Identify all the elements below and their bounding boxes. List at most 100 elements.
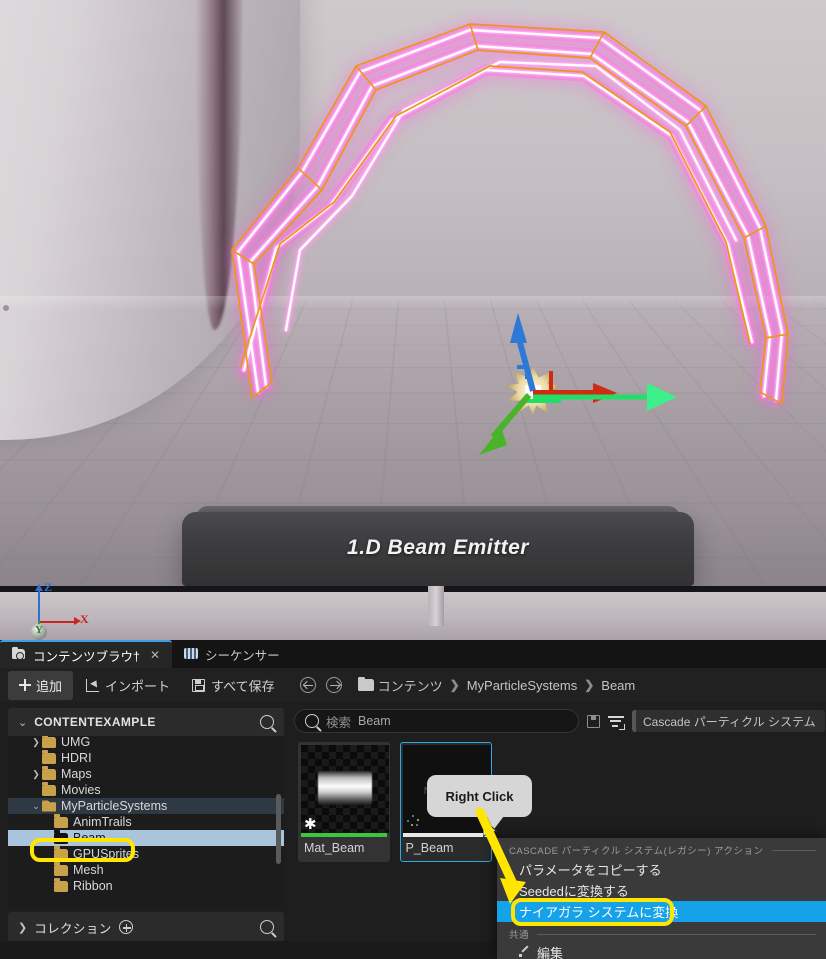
- close-icon[interactable]: ✕: [150, 648, 160, 662]
- unsaved-asterisk-icon: ✱: [304, 815, 317, 833]
- search-input[interactable]: 検索 Beam: [294, 709, 579, 733]
- pencil-icon: [519, 947, 530, 958]
- chevron-right-icon[interactable]: ❯: [30, 737, 42, 748]
- add-collection-icon[interactable]: [118, 920, 133, 934]
- folder-tree[interactable]: ❯ UMG HDRI ❯ Maps Movies ⌄ MyParticleSys…: [8, 736, 284, 908]
- tree-item-beam[interactable]: Beam: [8, 830, 284, 846]
- tree-item-label: Maps: [61, 767, 92, 781]
- filter-icon[interactable]: [608, 715, 625, 730]
- tree-item-label: UMG: [61, 736, 91, 749]
- asset-context-menu[interactable]: CASCADE パーティクル システム(レガシー) アクション パラメータをコピ…: [497, 838, 826, 959]
- breadcrumb-item-beam[interactable]: Beam: [601, 678, 635, 693]
- collections-label: コレクション: [34, 921, 112, 936]
- axis-x-label: X: [80, 612, 89, 626]
- sources-panel-title: CONTENTEXAMPLE: [34, 715, 156, 729]
- asset-name: Mat_Beam: [304, 841, 365, 855]
- filter-tag-cascade[interactable]: Cascade パーティクル システム: [632, 710, 825, 732]
- viewport-light-band: [0, 296, 826, 310]
- save-search-icon[interactable]: [587, 714, 600, 728]
- viewport-post: [428, 586, 444, 626]
- context-item-convert-to-niagara[interactable]: ナイアガラ システムに変換: [497, 901, 826, 922]
- tab-content-browser[interactable]: コンテンツブラウ† ✕: [0, 640, 173, 668]
- transform-gizmo[interactable]: [465, 305, 695, 475]
- collections-panel-header[interactable]: ❯ コレクション: [8, 912, 284, 942]
- folder-icon: [54, 846, 68, 860]
- tab-sequencer[interactable]: シーケンサー: [172, 640, 292, 668]
- tree-item-label: GPUSprites: [73, 847, 139, 861]
- tree-item-hdri[interactable]: HDRI: [8, 750, 284, 766]
- asset-thumbnail: ✱: [301, 745, 389, 833]
- import-icon: [86, 678, 100, 692]
- asset-name: P_Beam: [405, 840, 454, 855]
- folder-icon: [54, 814, 68, 828]
- asset-tile-mat-beam[interactable]: ✱ Mat_Beam: [298, 742, 390, 862]
- tree-item-label: Movies: [61, 783, 101, 797]
- breadcrumb-item-myparticlesystems[interactable]: MyParticleSystems: [467, 678, 578, 693]
- import-button-label: インポート: [105, 678, 171, 694]
- context-item-copy-parameters[interactable]: パラメータをコピーする: [497, 859, 826, 880]
- add-button[interactable]: 追加: [8, 670, 74, 700]
- tree-item-maps[interactable]: ❯ Maps: [8, 766, 284, 782]
- context-item-label: パラメータをコピーする: [519, 863, 662, 878]
- chevron-right-icon[interactable]: ❯: [30, 769, 42, 780]
- search-icon[interactable]: [260, 920, 274, 934]
- context-menu-section-common: 共通: [497, 922, 826, 943]
- tree-scrollbar[interactable]: [276, 794, 281, 864]
- folder-icon: [42, 750, 56, 764]
- tree-item-label: Ribbon: [73, 879, 113, 893]
- tree-item-label: Beam: [73, 831, 106, 845]
- plus-icon: [19, 679, 31, 691]
- folder-icon: [42, 736, 56, 748]
- context-item-convert-to-seeded[interactable]: Seededに変換する: [497, 880, 826, 901]
- context-section-label: CASCADE パーティクル システム(レガシー) アクション: [509, 846, 764, 857]
- tree-item-animtrails[interactable]: AnimTrails: [8, 814, 284, 830]
- viewport-axis-indicator: Z X Y: [18, 580, 98, 640]
- level-viewport[interactable]: 1.D Beam Emitter Z X Y: [0, 0, 826, 640]
- folder-icon: [42, 782, 56, 796]
- viewport-lower-floor: [0, 592, 826, 640]
- tree-item-label: MyParticleSystems: [61, 799, 168, 813]
- content-browser-icon: [12, 646, 27, 662]
- folder-open-icon: [42, 800, 56, 812]
- context-item-label: 編集: [537, 945, 564, 959]
- breadcrumb-item-content[interactable]: コンテンツ: [378, 676, 443, 695]
- tab-sequencer-label: シーケンサー: [205, 648, 280, 663]
- tree-item-gpusprites[interactable]: GPUSprites: [8, 846, 284, 862]
- tree-item-mesh[interactable]: Mesh: [8, 862, 284, 878]
- save-all-button[interactable]: すべて保存: [183, 671, 284, 700]
- context-item-label: ナイアガラ システムに変換: [519, 905, 679, 920]
- forward-button[interactable]: [325, 677, 342, 693]
- sources-panel: ⌄ CONTENTEXAMPLE ❯ UMG HDRI ❯ Maps Movie…: [0, 702, 290, 959]
- search-placeholder: 検索: [326, 715, 352, 730]
- back-button[interactable]: [299, 677, 316, 693]
- save-all-button-label: すべて保存: [211, 678, 275, 694]
- axis-y-label: Y: [35, 624, 43, 636]
- chevron-down-icon[interactable]: ⌄: [30, 801, 42, 812]
- folder-icon: [42, 766, 56, 780]
- tree-item-label: Mesh: [73, 863, 104, 877]
- folder-icon: [54, 830, 68, 844]
- context-item-edit[interactable]: 編集: [497, 943, 826, 959]
- search-icon[interactable]: [260, 715, 274, 729]
- tree-item-umg[interactable]: ❯ UMG: [8, 736, 284, 750]
- mouse-cursor-icon: [483, 818, 498, 841]
- right-click-callout: Right Click: [427, 775, 532, 817]
- material-preview: [318, 771, 372, 805]
- breadcrumb-separator-2: ❯: [584, 678, 595, 692]
- breadcrumb-separator: ❯: [449, 678, 460, 692]
- tree-item-myparticlesystems[interactable]: ⌄ MyParticleSystems: [8, 798, 284, 814]
- panel-tab-strip: コンテンツブラウ† ✕ シーケンサー: [0, 640, 826, 668]
- axis-z-head: [35, 584, 43, 591]
- context-section-label: 共通: [509, 930, 530, 941]
- import-button[interactable]: インポート: [77, 671, 179, 700]
- sequencer-icon: [184, 647, 199, 661]
- save-icon: [192, 678, 206, 692]
- chevron-down-icon[interactable]: ⌄: [18, 716, 27, 729]
- tree-item-label: HDRI: [61, 751, 92, 765]
- sources-panel-header[interactable]: ⌄ CONTENTEXAMPLE: [8, 708, 284, 736]
- tree-item-ribbon[interactable]: Ribbon: [8, 878, 284, 894]
- axis-z-label: Z: [44, 580, 53, 594]
- tree-item-movies[interactable]: Movies: [8, 782, 284, 798]
- chevron-right-icon[interactable]: ❯: [18, 921, 27, 934]
- search-value: Beam: [358, 714, 391, 728]
